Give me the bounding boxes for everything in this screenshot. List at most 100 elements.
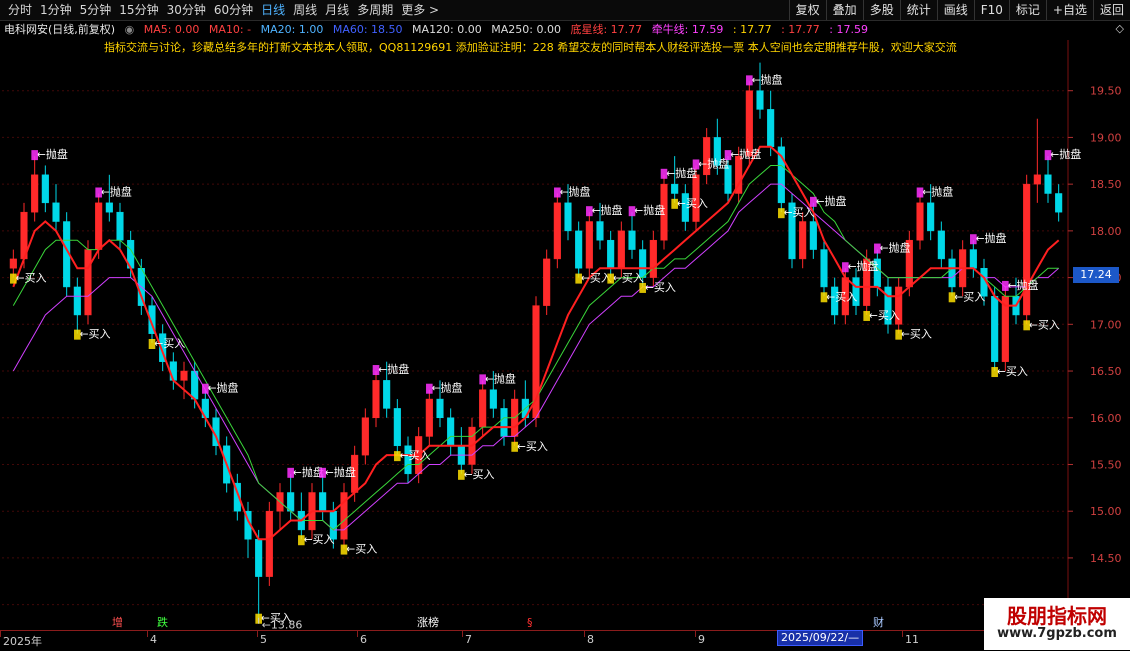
- candle: [447, 408, 455, 456]
- candle: [169, 352, 177, 390]
- signal-highlight: [554, 187, 561, 198]
- signal-highlight: [575, 273, 582, 284]
- candle-body: [575, 230, 583, 269]
- candle: [255, 529, 263, 618]
- buy-signal: ←买入: [645, 281, 676, 294]
- signal-highlight: [31, 150, 38, 161]
- signal-highlight: [948, 292, 956, 303]
- candle: [628, 212, 636, 259]
- candle: [575, 221, 583, 278]
- date-tick: [462, 631, 463, 637]
- candle-body: [799, 221, 807, 260]
- candle: [1055, 184, 1063, 222]
- candle: [41, 165, 49, 213]
- candle: [820, 240, 828, 297]
- candle-body: [436, 398, 444, 419]
- date-cursor-label: 2025/09/22/—: [777, 630, 864, 646]
- signal-highlight: [895, 329, 902, 340]
- axis-label: 16.50: [1090, 365, 1122, 378]
- candle: [340, 483, 348, 549]
- candle: [756, 62, 764, 119]
- date-tick: [0, 631, 1, 637]
- candle-body: [585, 221, 593, 269]
- signal-highlight: [74, 329, 81, 340]
- watermark-title: 股朋指标网: [1007, 604, 1107, 628]
- candle-body: [948, 258, 956, 288]
- axis-label: 19.00: [1090, 131, 1122, 144]
- candle-body: [84, 249, 92, 316]
- candle-body: [927, 202, 935, 232]
- candle: [948, 249, 956, 297]
- candle: [244, 501, 252, 558]
- candle: [361, 408, 369, 465]
- signal-highlight: [724, 150, 732, 161]
- date-tick: [147, 631, 148, 637]
- signal-highlight: [95, 187, 102, 198]
- candle-body: [372, 380, 380, 419]
- date-label: 4: [150, 633, 157, 646]
- buy-signal: ←买入: [346, 543, 377, 556]
- sell-signal: ←抛盘: [431, 381, 462, 395]
- candle-body: [969, 249, 977, 269]
- candle-body: [41, 174, 49, 204]
- signal-highlight: [372, 365, 380, 376]
- date-tick: [257, 631, 258, 637]
- price-axis: 19.5019.0018.5018.0017.5017.0016.5016.00…: [1068, 85, 1122, 612]
- candle-body: [383, 380, 391, 409]
- sell-signal: ←抛盘: [559, 184, 590, 198]
- signal-highlight: [970, 234, 977, 245]
- candle: [425, 389, 433, 446]
- site-watermark: 股朋指标网 www.7gpzb.com: [984, 598, 1130, 650]
- candle-body: [52, 202, 60, 222]
- sell-signal: ←抛盘: [293, 465, 324, 479]
- candle-body: [73, 286, 81, 316]
- candle-body: [628, 230, 636, 250]
- signal-highlight: [863, 310, 870, 321]
- signal-highlight: [458, 469, 465, 480]
- date-tick: [695, 631, 696, 637]
- buy-signal: ←买入: [463, 468, 494, 481]
- date-label: 9: [698, 633, 705, 646]
- candle: [265, 501, 273, 586]
- candle: [31, 156, 39, 222]
- candle: [607, 230, 615, 278]
- date-label: 5: [260, 633, 267, 646]
- buy-signal: ←买入: [783, 206, 814, 219]
- signal-highlight: [202, 383, 209, 394]
- candle-body: [479, 389, 487, 428]
- axis-label: 14.50: [1090, 552, 1122, 565]
- candle-body: [361, 417, 369, 456]
- signal-highlight: [10, 273, 17, 284]
- sell-signal: ←抛盘: [666, 166, 697, 180]
- event-mark: 跌: [157, 615, 168, 629]
- buy-signal: ←买入: [154, 337, 185, 350]
- date-label: 11: [905, 633, 919, 646]
- sell-signal: ←抛盘: [325, 465, 356, 479]
- buy-signal: ←买入: [517, 440, 548, 453]
- event-mark: 增: [112, 615, 123, 629]
- candle-body: [169, 361, 177, 381]
- candle-body: [319, 492, 327, 512]
- signal-highlight: [1023, 320, 1030, 331]
- candle-body: [447, 417, 455, 447]
- candle-body: [1044, 174, 1052, 194]
- kline-chart[interactable]: ←抛盘←抛盘←抛盘←抛盘 ←抛盘←抛盘←抛盘←抛盘←抛盘←抛盘 ←抛盘←抛盘←抛盘←…: [0, 0, 1130, 650]
- watermark-url: www.7gpzb.com: [997, 626, 1117, 641]
- signal-highlight: [1044, 150, 1052, 161]
- axis-label: 19.50: [1090, 85, 1122, 98]
- date-label: 2025年: [3, 635, 42, 648]
- date-label: 8: [587, 633, 594, 646]
- signal-highlight: [778, 208, 785, 219]
- buy-signal: ←买入: [15, 272, 46, 285]
- candle-body: [564, 202, 572, 232]
- buy-signal: ←买入: [581, 272, 612, 285]
- buy-signal: ←买入: [613, 272, 644, 285]
- event-mark: 涨榜: [417, 615, 439, 629]
- signal-highlight: [298, 535, 305, 546]
- candle: [1001, 286, 1009, 372]
- sell-signal: ←抛盘: [101, 184, 132, 198]
- candle-body: [596, 221, 604, 241]
- candle: [916, 193, 924, 250]
- candle-body: [105, 202, 113, 213]
- sell-signal: ←抛盘: [975, 231, 1006, 245]
